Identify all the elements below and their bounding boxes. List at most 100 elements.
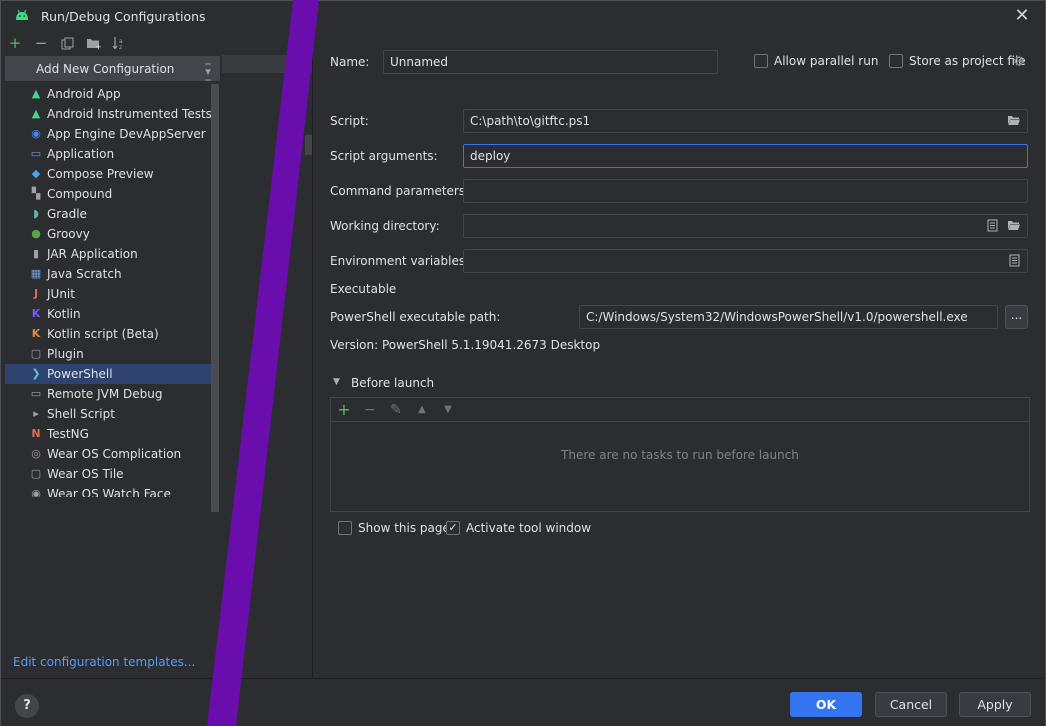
ps-path-field[interactable]: C:/Windows/System32/WindowsPowerShell/v1… <box>579 305 998 329</box>
allow-parallel-checkbox[interactable] <box>754 54 768 68</box>
close-icon[interactable]: ✕ <box>1013 7 1031 25</box>
ok-button[interactable]: OK <box>790 692 862 717</box>
dialog-footer: ? OK Cancel Apply <box>1 678 1045 726</box>
config-type-item[interactable]: ▭ Remote JVM Debug <box>5 384 219 404</box>
config-type-label: TestNG <box>47 427 89 441</box>
config-type-item[interactable]: J JUnit <box>5 284 219 304</box>
script-field[interactable]: C:\path\to\gitftc.ps1 <box>463 109 1028 133</box>
remove-icon[interactable]: − <box>31 33 51 53</box>
config-type-item[interactable]: ◉ App Engine DevAppServer <box>5 124 219 144</box>
working-dir-label: Working directory: <box>330 219 440 233</box>
config-type-label: JUnit <box>47 287 75 301</box>
configuration-tree-header <box>222 55 312 73</box>
sort-icon[interactable]: az <box>109 33 129 53</box>
config-type-item[interactable]: N TestNG <box>5 424 219 444</box>
folder-icon[interactable] <box>1007 114 1021 128</box>
config-type-label: Groovy <box>47 227 90 241</box>
java-scratch-icon: ▦ <box>30 267 42 280</box>
config-type-item[interactable]: ● Groovy <box>5 224 219 244</box>
config-type-item[interactable]: ◎ Wear OS Complication <box>5 444 219 464</box>
script-args-field[interactable]: deploy <box>463 144 1028 168</box>
groovy-icon: ● <box>31 227 41 240</box>
script-args-value: deploy <box>470 149 511 163</box>
store-project-checkbox[interactable] <box>889 54 903 68</box>
gradle-icon: ◗ <box>33 207 39 220</box>
config-type-item[interactable]: ❯ PowerShell <box>5 364 219 384</box>
cancel-button[interactable]: Cancel <box>875 692 947 717</box>
config-type-label: Compound <box>47 187 113 201</box>
config-type-item[interactable]: ▮ JAR Application <box>5 244 219 264</box>
configuration-type-list: ▲ Android App ▲ Android Instrumented Tests ◉… <box>5 84 220 497</box>
edit-templates-link[interactable]: Edit configuration templates... <box>13 655 195 669</box>
config-type-item[interactable]: ◗ Gradle <box>5 204 219 224</box>
config-type-item[interactable]: ▭ Application <box>5 144 219 164</box>
add-task-icon[interactable]: + <box>335 401 353 419</box>
name-field[interactable]: Unnamed <box>383 50 718 74</box>
before-launch-header[interactable]: Before launch <box>351 376 434 390</box>
apply-button[interactable]: Apply <box>959 692 1031 717</box>
panel-divider[interactable] <box>312 55 313 678</box>
config-type-label: Kotlin <box>47 307 81 321</box>
version-text: Version: PowerShell 5.1.19041.2673 Deskt… <box>330 338 601 352</box>
config-type-item[interactable]: ▸ Shell Script <box>5 404 219 424</box>
copy-icon[interactable] <box>57 33 77 53</box>
script-label: Script: <box>330 114 369 128</box>
config-type-item[interactable]: ▢ Plugin <box>5 344 219 364</box>
new-folder-icon[interactable]: + <box>83 33 103 53</box>
wear-watchface-icon: ◉ <box>31 487 41 497</box>
allow-parallel-label: Allow parallel run <box>774 54 879 68</box>
kotlin-script-icon: K <box>31 327 41 340</box>
browse-button[interactable]: ... <box>1005 305 1028 329</box>
working-dir-field[interactable] <box>463 214 1028 238</box>
no-tasks-message: There are no tasks to run before launch <box>561 448 799 462</box>
android-icon <box>16 9 28 20</box>
folder-icon[interactable] <box>1007 219 1021 233</box>
activate-tool-checkbox[interactable]: ✓ <box>446 521 460 535</box>
before-launch-panel: + − ✎ ▲ ▼ There are no tasks to run befo… <box>330 397 1030 512</box>
title-bar: Run/Debug Configurations ✕ <box>1 1 1045 31</box>
config-type-item[interactable]: K Kotlin script (Beta) <box>5 324 219 344</box>
help-button[interactable]: ? <box>15 694 39 718</box>
add-icon[interactable]: + <box>5 33 25 53</box>
edit-env-icon[interactable] <box>1007 254 1021 268</box>
store-project-label: Store as project file <box>909 54 1026 68</box>
powershell-icon: ❯ <box>31 367 41 380</box>
env-vars-field[interactable] <box>463 249 1028 273</box>
config-type-label: Wear OS Complication <box>47 447 182 461</box>
compound-icon: ▚ <box>31 187 41 200</box>
shell-icon: ▸ <box>33 407 39 420</box>
application-icon: ▭ <box>30 147 42 160</box>
config-type-label: Remote JVM Debug <box>47 387 163 401</box>
script-args-label: Script arguments: <box>330 149 438 163</box>
config-type-item[interactable]: ▲ Android App <box>5 84 219 104</box>
collapse-all-icon[interactable]: ⎯ ▾ ⎯ <box>201 58 215 85</box>
config-type-item[interactable]: ◉ Wear OS Watch Face <box>5 484 219 497</box>
config-type-label: Shell Script <box>47 407 115 421</box>
config-type-item[interactable]: ◆ Compose Preview <box>5 164 219 184</box>
chevron-down-icon[interactable]: ▼ <box>333 377 340 387</box>
window-title: Run/Debug Configurations <box>41 9 206 24</box>
splitter-handle[interactable] <box>305 135 312 155</box>
list-scrollbar[interactable] <box>211 84 219 512</box>
command-params-field[interactable] <box>463 179 1028 203</box>
env-vars-label: Environment variables: <box>330 254 470 268</box>
add-new-configuration-header: Add New Configuration ⎯ ▾ ⎯ <box>5 56 220 85</box>
ps-path-label: PowerShell executable path: <box>330 310 501 324</box>
run-debug-dialog: Run/Debug Configurations ✕ + − + az Add … <box>0 0 1046 726</box>
plugin-icon: ▢ <box>30 347 42 360</box>
move-up-icon[interactable]: ▲ <box>413 401 431 419</box>
jar-icon: ▮ <box>32 247 40 260</box>
show-page-checkbox[interactable] <box>338 521 352 535</box>
script-value: C:\path\to\gitftc.ps1 <box>470 114 591 128</box>
move-down-icon[interactable]: ▼ <box>439 401 457 419</box>
config-type-item[interactable]: ▚ Compound <box>5 184 219 204</box>
config-type-item[interactable]: ▢ Wear OS Tile <box>5 464 219 484</box>
macro-icon[interactable] <box>985 219 999 233</box>
config-type-item[interactable]: ▲ Android Instrumented Tests <box>5 104 219 124</box>
config-type-item[interactable]: K Kotlin <box>5 304 219 324</box>
edit-task-icon[interactable]: ✎ <box>387 401 405 419</box>
config-type-item[interactable]: ▦ Java Scratch <box>5 264 219 284</box>
remove-task-icon[interactable]: − <box>361 401 379 419</box>
gear-icon[interactable]: ⚙ <box>1012 55 1026 69</box>
wear-complication-icon: ◎ <box>31 447 41 460</box>
